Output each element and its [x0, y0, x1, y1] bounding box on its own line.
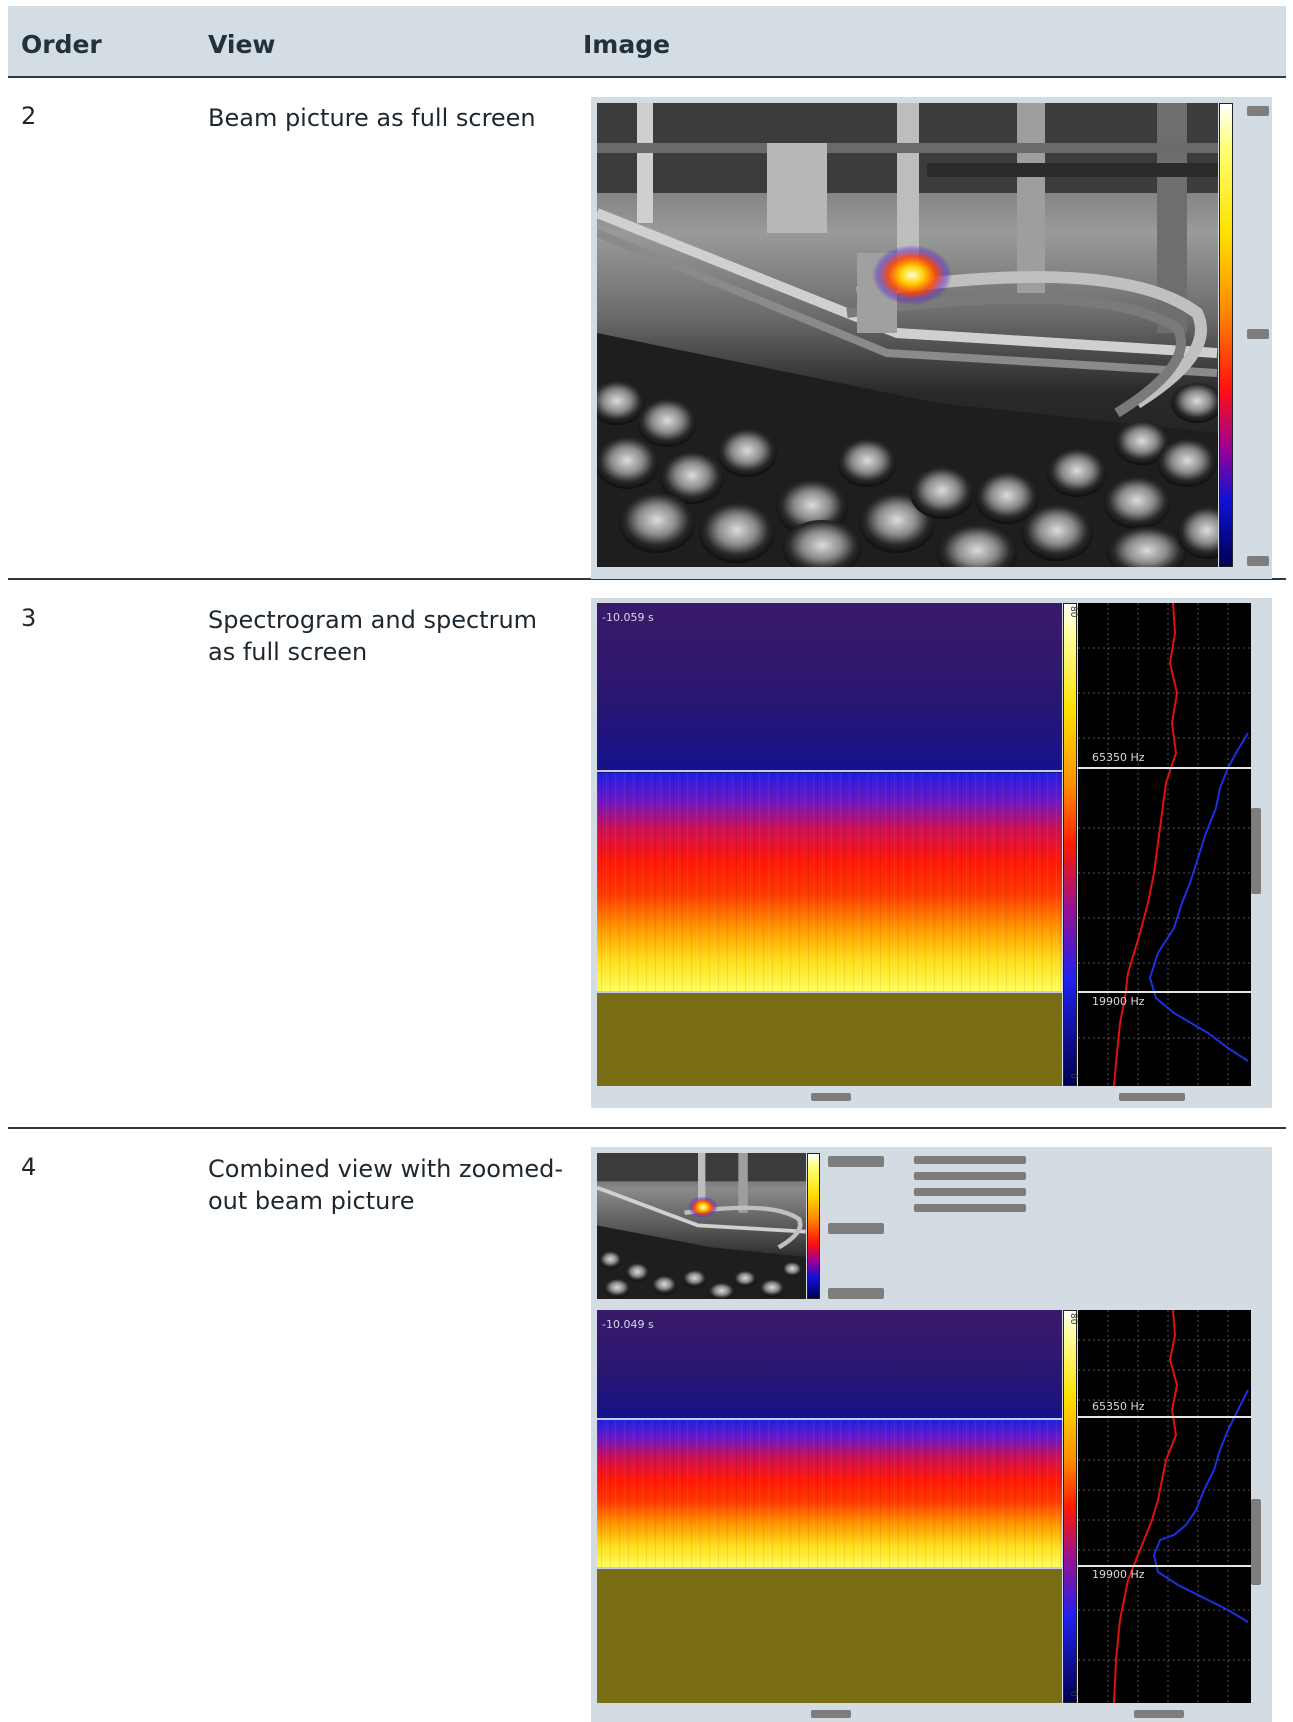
upper-frequency-marker[interactable] [597, 770, 1062, 772]
scale-max-handle[interactable] [828, 1156, 884, 1167]
factory-scene-small [597, 1153, 806, 1299]
table-row: 2 Beam picture as full screen [8, 78, 1286, 580]
combined-view-screenshot: -10.049 s 80 0 65350 Hz 19900 Hz [591, 1147, 1272, 1722]
lower-frequency-marker[interactable] [597, 991, 1062, 993]
upper-hz-line [1078, 1416, 1251, 1418]
color-scale [1219, 103, 1233, 567]
info-bar-3 [914, 1188, 1026, 1196]
lower-hz-label: 19900 Hz [1092, 1568, 1145, 1581]
scale-min-handle[interactable] [828, 1288, 884, 1299]
row-order: 2 [21, 102, 37, 130]
table-row: 3 Spectrogram and spectrum as full scree… [8, 580, 1286, 1129]
time-readout: -10.049 s [602, 1318, 654, 1331]
vertical-scroll-handle[interactable] [1251, 1499, 1261, 1585]
header-view: View [208, 30, 276, 59]
color-scale-min: 0 [1068, 1073, 1078, 1079]
spectrum-blue [1148, 732, 1249, 1062]
row-order: 3 [21, 604, 37, 632]
scale-mid-handle[interactable] [828, 1223, 884, 1234]
spectrum-curves [1078, 1310, 1251, 1703]
time-scroll-handle[interactable] [811, 1093, 851, 1101]
header-image: Image [583, 30, 671, 59]
row-view: Spectrogram and spectrum as full screen [208, 606, 538, 666]
color-scale-min: 0 [1068, 1691, 1078, 1697]
upper-hz-label: 65350 Hz [1092, 751, 1145, 764]
spectrum-scroll-handle[interactable] [1119, 1093, 1185, 1101]
info-bar-4 [914, 1204, 1026, 1212]
spectrogram-color-scale [1063, 603, 1077, 1086]
spectrogram: -10.049 s [597, 1310, 1062, 1703]
table-header: Order View Image [8, 6, 1286, 78]
row-order: 4 [21, 1153, 37, 1181]
lower-hz-label: 19900 Hz [1092, 995, 1145, 1008]
spectrogram-color-scale [1063, 1310, 1077, 1703]
scale-max-handle[interactable] [1247, 106, 1269, 116]
beam-picture-screenshot [591, 97, 1272, 579]
color-scale-max: 80 [1068, 1313, 1078, 1325]
beam-thumbnail [597, 1153, 806, 1299]
info-bar-1 [914, 1156, 1026, 1164]
spectrum-plot: 65350 Hz 19900 Hz [1078, 1310, 1251, 1703]
row-view: Beam picture as full screen [208, 104, 536, 132]
header-order: Order [21, 30, 102, 59]
scale-min-handle[interactable] [1247, 556, 1269, 566]
upper-frequency-marker[interactable] [597, 1418, 1062, 1420]
lower-frequency-marker[interactable] [597, 1567, 1062, 1569]
spectrogram: -10.059 s [597, 603, 1062, 1086]
vertical-scroll-handle[interactable] [1251, 808, 1261, 894]
factory-scene [597, 103, 1218, 567]
time-readout: -10.059 s [602, 611, 654, 624]
spectrogram-screenshot: -10.059 s 80 0 65350 Hz 19900 Hz [591, 598, 1272, 1108]
upper-hz-label: 65350 Hz [1092, 1400, 1145, 1413]
color-scale-max: 80 [1068, 606, 1078, 618]
sound-source-hotspot [872, 245, 952, 305]
row-view: Combined view with zoomed-out beam pictu… [208, 1155, 564, 1215]
lower-hz-line [1078, 1565, 1251, 1567]
scale-mid-handle[interactable] [1247, 329, 1269, 339]
upper-hz-line [1078, 767, 1251, 769]
lower-hz-line [1078, 991, 1251, 993]
spectrum-scroll-handle[interactable] [1134, 1710, 1184, 1718]
views-table: Order View Image 2 Beam picture as full … [8, 6, 1286, 1722]
info-bar-2 [914, 1172, 1026, 1180]
table-row: 4 Combined view with zoomed-out beam pic… [8, 1129, 1286, 1722]
spectrum-curves [1078, 603, 1251, 1086]
thumbnail-color-scale [807, 1153, 820, 1299]
time-scroll-handle[interactable] [811, 1710, 851, 1718]
spectrum-plot: 65350 Hz 19900 Hz [1078, 603, 1251, 1086]
beam-photo [597, 103, 1218, 567]
